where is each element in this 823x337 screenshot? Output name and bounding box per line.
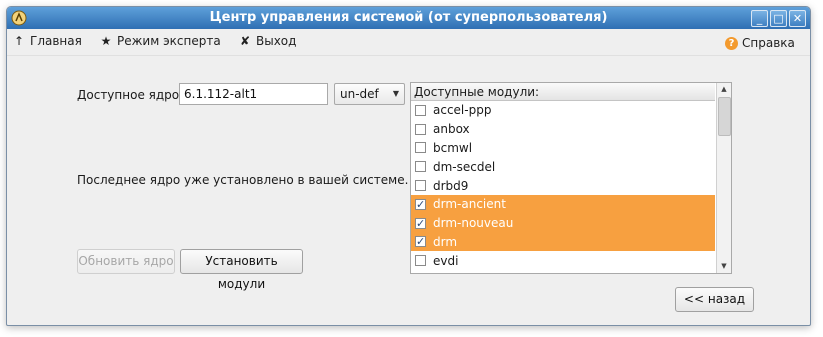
title-bar[interactable]: Центр управления системой (от суперпольз… bbox=[7, 7, 810, 29]
chevron-down-icon: ▼ bbox=[392, 89, 399, 98]
modules-rows: accel-ppp anbox bcmwl dm-secdel drbd9 ✓ drm-an… bbox=[411, 101, 715, 270]
module-name: drm-nouveau bbox=[433, 216, 514, 231]
list-item[interactable]: anbox bbox=[411, 120, 715, 139]
kernel-version-field[interactable]: 6.1.112-alt1 bbox=[179, 83, 328, 105]
home-label: Главная bbox=[30, 34, 82, 48]
list-item[interactable]: ✓ drm bbox=[411, 232, 715, 252]
module-name: dm-secdel bbox=[433, 159, 496, 174]
checkmark-icon: ✓ bbox=[416, 216, 426, 230]
checkbox-checked[interactable]: ✓ bbox=[415, 216, 426, 230]
available-modules-list[interactable]: Доступные модули: accel-ppp anbox bcmwl dm-… bbox=[410, 82, 732, 274]
module-name: bcmwl bbox=[433, 140, 473, 155]
control-center-window: Центр управления системой (от суперпольз… bbox=[6, 6, 811, 326]
list-item[interactable]: accel-ppp bbox=[411, 101, 715, 120]
checkbox-checked[interactable]: ✓ bbox=[415, 197, 426, 211]
checkmark-icon: ✓ bbox=[416, 197, 426, 211]
exit-button[interactable]: ✘ Выход bbox=[238, 34, 296, 48]
module-name: evdi bbox=[433, 253, 459, 268]
scroll-up-icon[interactable]: ▲ bbox=[717, 83, 731, 96]
exit-icon: ✘ bbox=[239, 34, 251, 48]
kernel-flavour-value: un-def bbox=[340, 87, 379, 101]
help-label: Справка bbox=[742, 36, 795, 50]
checkbox[interactable] bbox=[415, 123, 426, 135]
scroll-down-icon[interactable]: ▼ bbox=[717, 260, 731, 273]
module-name: drm-ancient bbox=[433, 197, 506, 212]
list-item[interactable]: dm-secdel bbox=[411, 157, 715, 176]
exit-label: Выход bbox=[256, 34, 297, 48]
list-item[interactable]: ✓ drm-nouveau bbox=[411, 213, 715, 233]
close-button[interactable]: ✕ bbox=[789, 10, 806, 27]
checkbox-checked[interactable]: ✓ bbox=[415, 235, 426, 249]
list-item[interactable]: drbd9 bbox=[411, 176, 715, 195]
module-name: accel-ppp bbox=[433, 103, 492, 118]
checkbox[interactable] bbox=[415, 142, 426, 154]
kernel-flavour-select[interactable]: un-def ▼ bbox=[334, 83, 405, 105]
list-item[interactable]: ✓ drm-ancient bbox=[411, 194, 715, 214]
list-item[interactable]: evdi bbox=[411, 251, 715, 270]
update-kernel-button[interactable]: Обновить ядро bbox=[77, 249, 175, 274]
star-icon: ★ bbox=[100, 34, 112, 48]
install-modules-button[interactable]: Установить модули bbox=[180, 249, 303, 291]
expert-mode-label: Режим эксперта bbox=[117, 34, 221, 48]
kernel-status-text: Последнее ядро уже установлено в вашей с… bbox=[77, 173, 409, 187]
modules-scrollbar[interactable]: ▲ ▼ bbox=[716, 83, 731, 273]
scrollbar-thumb[interactable] bbox=[718, 97, 731, 136]
home-button[interactable]: ↑ Главная bbox=[12, 34, 82, 48]
module-name: anbox bbox=[433, 122, 470, 137]
maximize-button[interactable]: □ bbox=[770, 10, 787, 27]
arrow-up-icon: ↑ bbox=[13, 34, 25, 48]
window-title: Центр управления системой (от суперпольз… bbox=[209, 10, 608, 25]
available-kernel-label: Доступное ядро: bbox=[77, 88, 184, 102]
list-item[interactable]: bcmwl bbox=[411, 139, 715, 158]
checkbox[interactable] bbox=[415, 180, 426, 192]
toolbar: ↑ Главная ★ Режим эксперта ✘ Выход ? Спр… bbox=[7, 29, 810, 56]
help-icon: ? bbox=[725, 36, 738, 50]
checkmark-icon: ✓ bbox=[416, 235, 426, 249]
modules-header: Доступные модули: bbox=[411, 83, 715, 101]
module-name: drm bbox=[433, 234, 458, 249]
help-button[interactable]: ? Справка bbox=[725, 36, 795, 50]
module-name: drbd9 bbox=[433, 178, 469, 193]
back-button[interactable]: << назад bbox=[675, 287, 754, 312]
checkbox[interactable] bbox=[415, 104, 426, 116]
minimize-button[interactable]: _ bbox=[751, 10, 768, 27]
expert-mode-button[interactable]: ★ Режим эксперта bbox=[99, 34, 221, 48]
checkbox[interactable] bbox=[415, 161, 426, 173]
checkbox[interactable] bbox=[415, 255, 426, 267]
